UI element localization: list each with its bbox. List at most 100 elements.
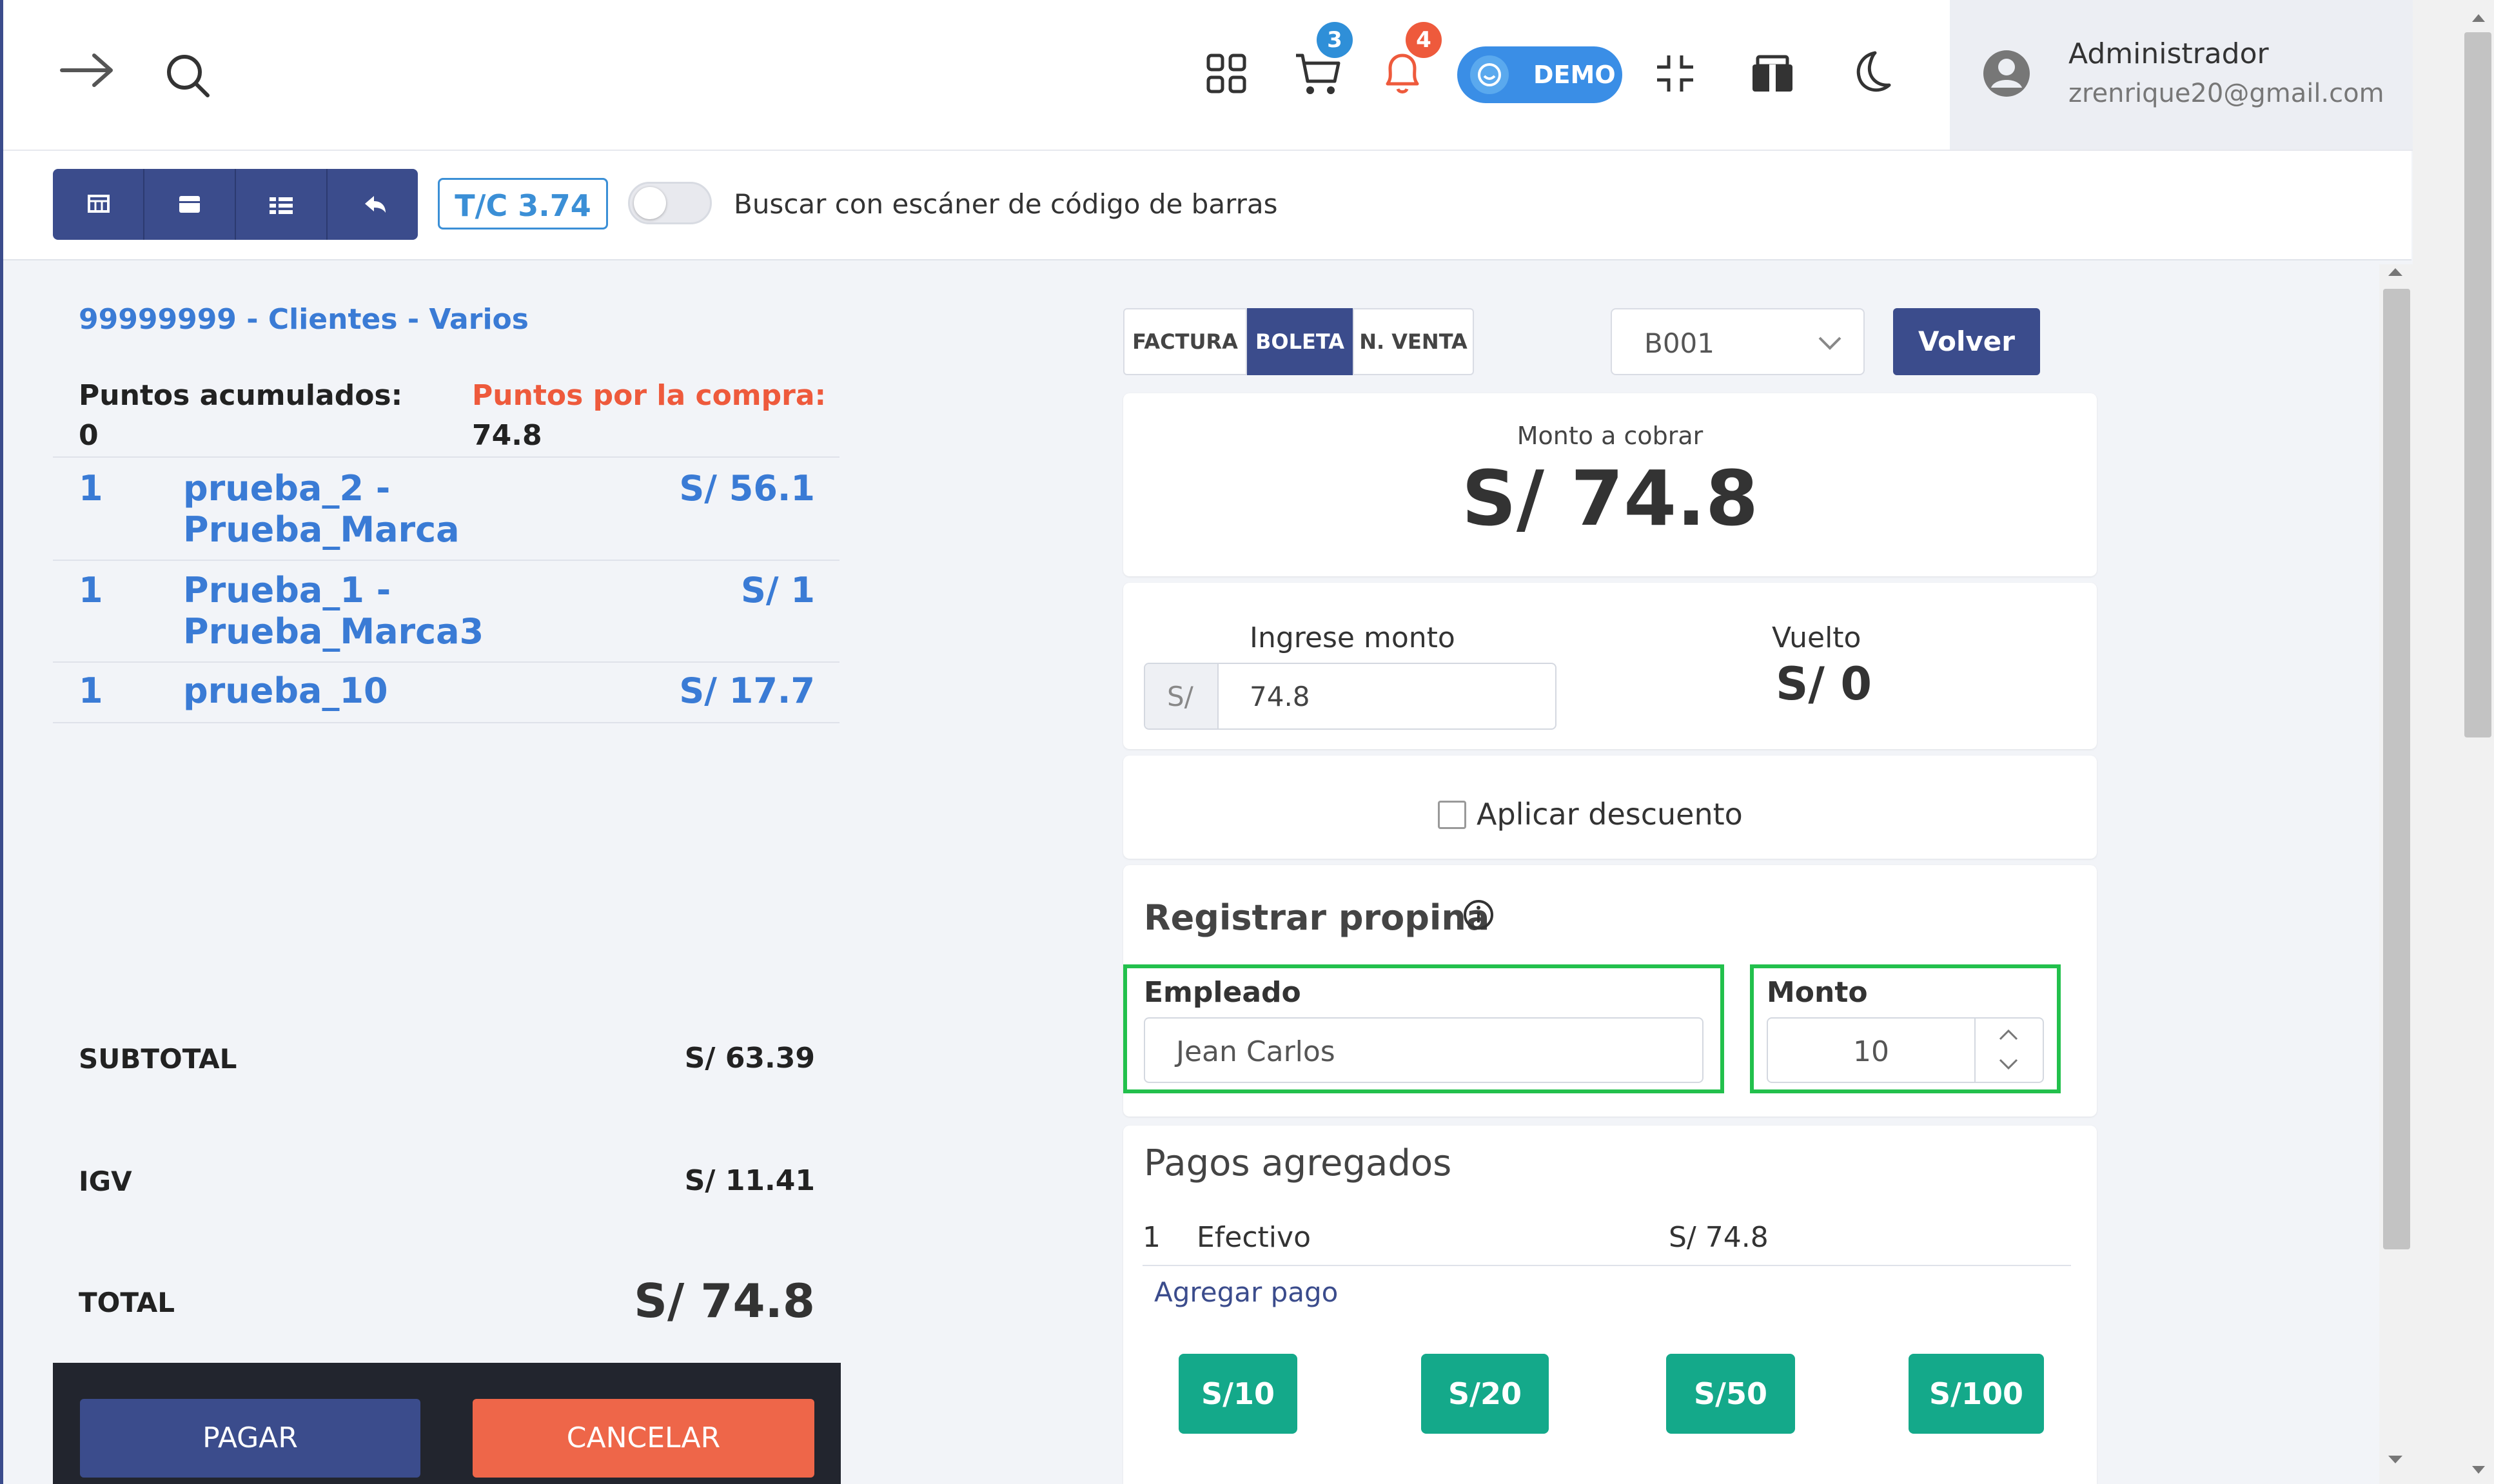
item-qty: 1 [79,670,103,711]
table-icon [88,195,110,213]
gift-icon[interactable] [1750,52,1795,94]
scroll-down-arrow-icon[interactable] [2469,1463,2488,1476]
divider [235,169,236,240]
divider [53,456,840,458]
chevron-up-icon[interactable] [1998,1028,2019,1042]
payments-title: Pagos agregados [1144,1142,1452,1184]
avatar-icon [1982,49,2031,98]
tip-amount-stepper[interactable]: 10 [1767,1017,2044,1083]
item-price: S/ 56.1 [679,468,815,509]
quick-amount-50-button[interactable]: S/50 [1666,1354,1795,1434]
amount-due-value: S/ 74.8 [1461,454,1759,543]
employee-label: Empleado [1144,976,1301,1009]
search-icon[interactable] [164,52,211,99]
enter-amount-label: Ingrese monto [1250,621,1455,654]
user-email: zrenrique20@gmail.com [2068,79,2384,108]
amount-due-label: Monto a cobrar [1517,422,1704,450]
payment-entry-card: Ingrese monto S/ 74.8 Vuelto S/ 0 [1123,583,2097,749]
list-detail-icon [270,197,293,214]
amount-input[interactable]: S/ 74.8 [1144,663,1556,730]
item-name[interactable]: prueba_2 - Prueba_Marca [183,468,460,551]
item-name-line: prueba_2 - [183,468,391,509]
back-reply-button[interactable] [328,169,418,240]
chevron-down-icon[interactable] [1998,1057,2019,1071]
quick-amount-10-button[interactable]: S/10 [1179,1354,1297,1434]
quick-amount-100-button[interactable]: S/100 [1909,1354,2044,1434]
total-label: TOTAL [79,1287,175,1318]
back-button[interactable]: Volver [1893,308,2040,375]
cart-icon[interactable] [1293,52,1342,98]
add-payment-link[interactable]: Agregar pago [1154,1276,1338,1308]
minimize-icon[interactable] [1654,53,1696,94]
series-value: B001 [1644,327,1714,359]
user-name: Administrador [2068,37,2269,70]
doc-type-boleta[interactable]: BOLETA [1247,308,1353,375]
item-price: S/ 1 [741,570,815,610]
scroll-up-arrow-icon[interactable] [2386,266,2405,278]
apps-grid-icon[interactable] [1206,53,1247,94]
series-select[interactable]: B001 [1611,308,1865,375]
tip-amount-value: 10 [1853,1035,1889,1068]
scroll-down-arrow-icon[interactable] [2386,1453,2405,1466]
arrow-right-icon[interactable] [59,52,115,89]
moon-icon[interactable] [1851,50,1892,94]
customer-link[interactable]: 99999999 - Clientes - Varios [79,303,529,336]
divider [53,722,840,723]
item-name-line: Prueba_1 - [183,570,391,610]
item-name[interactable]: Prueba_1 - Prueba_Marca3 [183,570,484,652]
panel-scrollbar-thumb[interactable] [2383,289,2410,1249]
smile-icon [1470,55,1509,94]
divider [53,661,840,663]
employee-input-value: Jean Carlos [1176,1035,1335,1068]
scroll-up-arrow-icon[interactable] [2469,12,2488,24]
item-name-line: prueba_10 [183,670,388,711]
info-icon[interactable] [1462,899,1495,931]
tip-amount-label: Monto [1767,976,1868,1009]
demo-badge[interactable]: DEMO [1457,46,1622,103]
points-label: Puntos acumulados: [79,379,403,412]
window-scrollbar-thumb[interactable] [2464,32,2491,737]
item-name-line: Prueba_Marca [183,509,460,550]
amount-due-card: Monto a cobrar S/ 74.8 [1123,393,2097,576]
chevron-down-icon [1818,337,1841,350]
quick-amount-20-button[interactable]: S/20 [1421,1354,1549,1434]
exchange-rate-badge[interactable]: T/C 3.74 [438,178,608,229]
barcode-scanner-toggle[interactable] [628,182,712,224]
subtotal-label: SUBTOTAL [79,1043,237,1075]
points-value: 0 [79,419,99,452]
item-name[interactable]: prueba_10 [183,670,388,712]
employee-input[interactable]: Jean Carlos [1144,1017,1704,1083]
total-value: S/ 74.8 [634,1274,815,1328]
discount-label: Aplicar descuento [1477,797,1743,832]
item-qty: 1 [79,570,103,610]
subtotal-value: S/ 63.39 [684,1042,815,1075]
cancel-button[interactable]: CANCELAR [473,1399,814,1478]
divider [143,169,144,240]
payment-row-method: Efectivo [1197,1221,1311,1254]
discount-checkbox[interactable] [1438,801,1466,829]
item-qty: 1 [79,468,103,509]
change-value: S/ 0 [1776,658,1872,710]
notification-count-badge: 4 [1406,22,1442,58]
layout-grid-button[interactable] [53,169,143,240]
card-icon [179,196,200,213]
tip-amount-highlight: Monto 10 [1750,964,2061,1093]
reply-icon [365,196,386,213]
igv-label: IGV [79,1166,132,1197]
pay-button[interactable]: PAGAR [80,1399,420,1478]
divider [326,169,328,240]
divider [53,560,840,561]
doc-type-nventa[interactable]: N. VENTA [1353,308,1474,375]
layout-detail-button[interactable] [236,169,326,240]
purchase-points-label: Puntos por la compra: [472,379,827,412]
tip-title: Registrar propina [1144,897,1490,938]
demo-label: DEMO [1533,61,1616,89]
doc-type-factura[interactable]: FACTURA [1123,308,1247,375]
layout-list-button[interactable] [144,169,235,240]
igv-value: S/ 11.41 [684,1164,815,1197]
cart-count-badge: 3 [1317,22,1353,58]
payment-row-number: 1 [1143,1221,1161,1254]
currency-prefix: S/ [1167,681,1193,712]
user-panel[interactable]: Administrador zrenrique20@gmail.com [1950,0,2413,150]
divider [1143,1265,2071,1266]
